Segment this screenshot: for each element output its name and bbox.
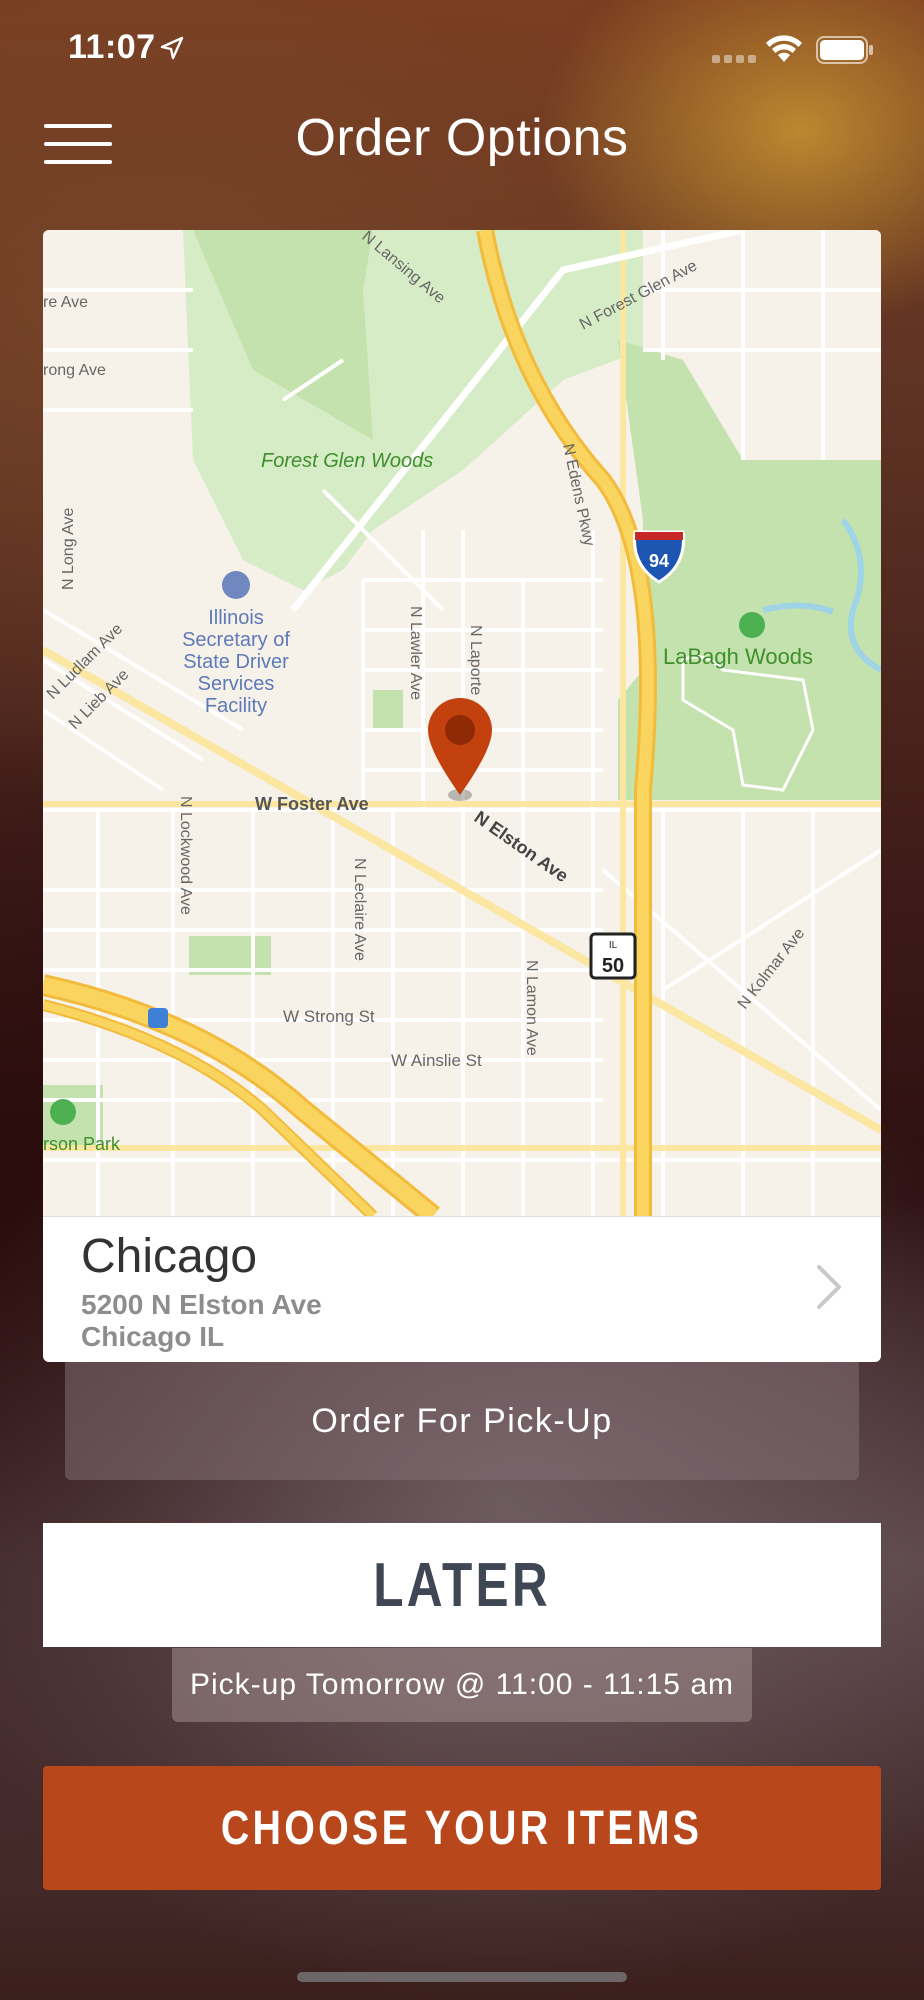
n-leclaire-label: N Leclaire Ave xyxy=(351,858,368,961)
wifi-icon xyxy=(766,35,802,62)
location-address-line2: Chicago IL xyxy=(81,1321,225,1352)
w-strong-label: W Strong St xyxy=(283,1007,375,1026)
il50-shield-label: 50 xyxy=(602,955,624,977)
timing-label: LATER xyxy=(373,1550,551,1620)
n-lockwood-label: N Lockwood Ave xyxy=(177,796,194,915)
poi-illinois-5: Facility xyxy=(205,695,267,717)
timing-later-button[interactable]: LATER xyxy=(43,1523,881,1647)
poi-illinois-2: Secretary of xyxy=(182,629,290,651)
i94-shield-label: 94 xyxy=(649,551,669,571)
il-state-label: IL xyxy=(609,940,618,951)
store-card: 94 IL 50 Forest Glen Woods LaBagh Woods … xyxy=(43,230,881,1362)
rson-park-label: rson Park xyxy=(43,1134,121,1154)
store-map[interactable]: 94 IL 50 Forest Glen Woods LaBagh Woods … xyxy=(43,230,881,1225)
w-ainslie-label: W Ainslie St xyxy=(391,1051,482,1070)
chevron-right-icon xyxy=(817,1265,841,1309)
page-title: Order Options xyxy=(295,109,629,167)
status-time: 11:07 xyxy=(68,28,156,66)
choose-items-button[interactable]: CHOOSE YOUR ITEMS xyxy=(43,1766,881,1890)
n-laporte-label: N Laporte xyxy=(467,625,484,695)
n-lamon-label: N Lamon Ave xyxy=(523,960,540,1056)
n-long-label: N Long Ave xyxy=(60,507,77,590)
map-graphic: 94 IL 50 Forest Glen Woods LaBagh Woods … xyxy=(43,230,881,1225)
n-lawler-label: N Lawler Ave xyxy=(407,606,424,700)
cellular-signal-icon xyxy=(712,55,756,63)
pickup-time-selector[interactable]: Pick-up Tomorrow @ 11:00 - 11:15 am xyxy=(172,1648,752,1722)
location-address-line1: 5200 N Elston Ave xyxy=(81,1289,322,1320)
labagh-label: LaBagh Woods xyxy=(663,644,813,669)
battery-icon xyxy=(816,36,873,64)
poi-illinois-4: Services xyxy=(198,673,275,695)
store-location-pin-icon xyxy=(428,698,492,801)
rong-ave-label: rong Ave xyxy=(43,362,106,379)
w-foster-label: W Foster Ave xyxy=(255,794,369,814)
forest-glen-label: Forest Glen Woods xyxy=(261,450,433,472)
poi-illinois-1: Illinois xyxy=(208,607,264,629)
location-arrow-icon xyxy=(160,36,184,60)
choose-items-label: CHOOSE YOUR ITEMS xyxy=(221,1801,703,1855)
order-type-button[interactable]: Order For Pick-Up xyxy=(65,1362,859,1480)
home-indicator[interactable] xyxy=(297,1972,627,1982)
selected-location[interactable]: Chicago 5200 N Elston Ave Chicago IL xyxy=(43,1216,881,1362)
poi-illinois-3: State Driver xyxy=(183,651,289,673)
location-name: Chicago xyxy=(81,1230,258,1283)
re-ave-label: re Ave xyxy=(43,294,88,311)
